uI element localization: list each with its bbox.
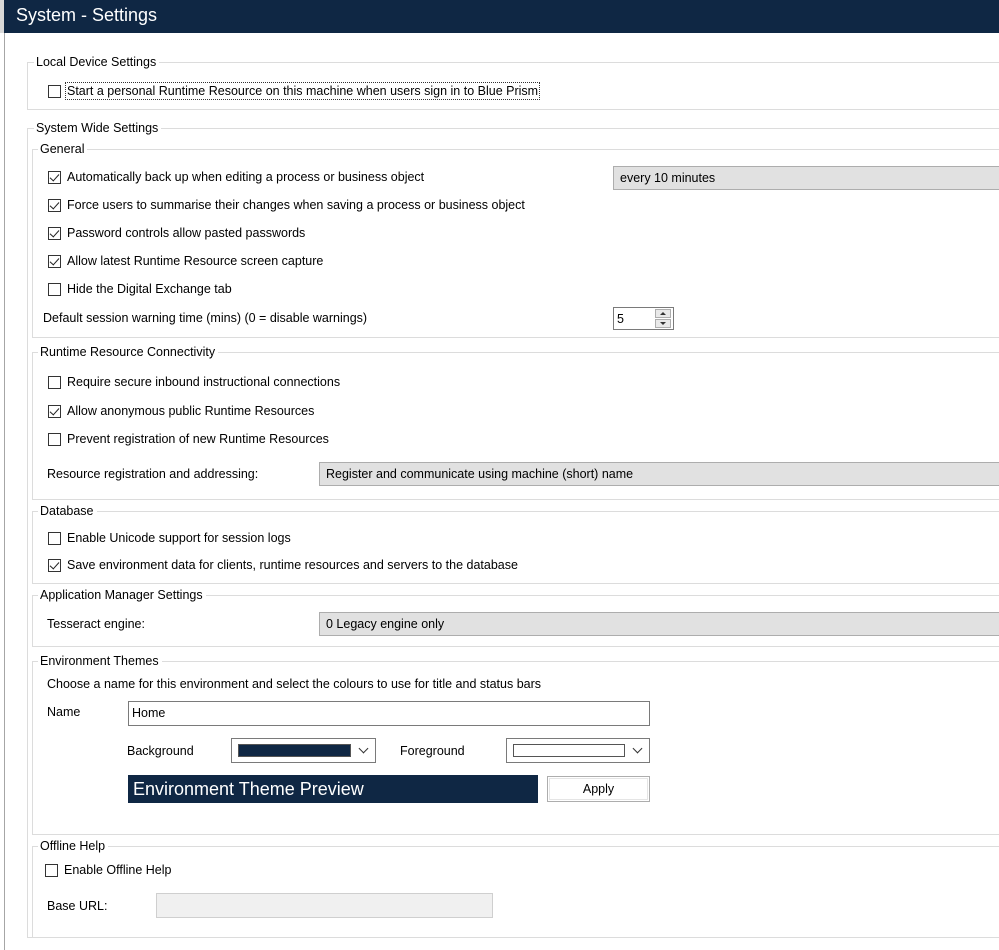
require-secure-label: Require secure inbound instructional con… (67, 375, 341, 389)
warning-time-spinner[interactable]: 5 (613, 307, 674, 330)
auto-backup-option[interactable]: Automatically back up when editing a pro… (48, 169, 424, 185)
addressing-select[interactable]: Register and communicate using machine (… (319, 462, 999, 486)
hide-exchange-label: Hide the Digital Exchange tab (67, 282, 232, 296)
require-secure-option[interactable]: Require secure inbound instructional con… (48, 374, 340, 390)
themes-legend: Environment Themes (38, 654, 162, 668)
connectivity-legend: Runtime Resource Connectivity (38, 345, 219, 359)
window-title-bar: System - Settings (0, 0, 999, 33)
allow-anonymous-option[interactable]: Allow anonymous public Runtime Resources (48, 403, 314, 419)
unicode-checkbox[interactable] (48, 531, 61, 545)
tesseract-select[interactable]: 0 Legacy engine only (319, 612, 999, 636)
local-device-legend: Local Device Settings (34, 55, 160, 69)
force-summarise-label: Force users to summarise their changes w… (67, 198, 525, 212)
backup-interval-select[interactable]: every 10 minutes (613, 166, 999, 190)
auto-backup-checkbox[interactable] (48, 170, 61, 184)
background-label: Background (127, 744, 194, 758)
database-group (32, 511, 999, 584)
unicode-option[interactable]: Enable Unicode support for session logs (48, 530, 291, 546)
theme-preview-bar: Environment Theme Preview (128, 775, 538, 803)
offline-help-group (32, 846, 999, 938)
allow-capture-label: Allow latest Runtime Resource screen cap… (67, 254, 324, 268)
enable-offline-help-checkbox[interactable] (45, 863, 58, 877)
base-url-input[interactable] (156, 893, 493, 918)
force-summarise-checkbox[interactable] (48, 198, 61, 212)
chevron-down-icon[interactable] (631, 742, 645, 758)
allow-anonymous-label: Allow anonymous public Runtime Resources (67, 404, 315, 418)
left-border (4, 33, 5, 950)
warning-time-value[interactable]: 5 (617, 311, 624, 327)
warning-time-label: Default session warning time (mins) (0 =… (43, 311, 368, 325)
personal-runtime-checkbox[interactable] (48, 84, 61, 98)
hide-exchange-checkbox[interactable] (48, 282, 61, 296)
spin-down-icon[interactable] (655, 319, 671, 328)
foreground-color-select[interactable] (506, 738, 650, 763)
spin-up-icon[interactable] (655, 309, 671, 318)
allow-pasted-checkbox[interactable] (48, 226, 61, 240)
hide-exchange-option[interactable]: Hide the Digital Exchange tab (48, 281, 232, 297)
unicode-label: Enable Unicode support for session logs (67, 531, 291, 545)
allow-capture-option[interactable]: Allow latest Runtime Resource screen cap… (48, 253, 323, 269)
theme-name-label: Name (47, 705, 81, 719)
prevent-registration-option[interactable]: Prevent registration of new Runtime Reso… (48, 431, 329, 447)
allow-anonymous-checkbox[interactable] (48, 404, 61, 418)
background-color-select[interactable] (231, 738, 376, 763)
chevron-down-icon[interactable] (357, 742, 371, 758)
enable-offline-help-option[interactable]: Enable Offline Help (45, 862, 171, 878)
foreground-label: Foreground (400, 744, 465, 758)
allow-capture-checkbox[interactable] (48, 254, 61, 268)
enable-offline-help-label: Enable Offline Help (64, 863, 172, 877)
system-wide-legend: System Wide Settings (34, 121, 162, 135)
prevent-registration-checkbox[interactable] (48, 432, 61, 446)
save-env-checkbox[interactable] (48, 558, 61, 572)
theme-name-input[interactable]: Home (128, 701, 650, 726)
background-swatch (238, 744, 351, 757)
foreground-swatch (513, 744, 625, 757)
save-env-option[interactable]: Save environment data for clients, runti… (48, 557, 518, 573)
personal-runtime-option[interactable]: Start a personal Runtime Resource on thi… (48, 82, 541, 100)
force-summarise-option[interactable]: Force users to summarise their changes w… (48, 197, 525, 213)
addressing-label: Resource registration and addressing: (47, 467, 259, 481)
database-legend: Database (38, 504, 97, 518)
window-title: System - Settings (16, 5, 158, 25)
personal-runtime-label: Start a personal Runtime Resource on thi… (64, 82, 541, 100)
offline-help-legend: Offline Help (38, 839, 109, 853)
themes-description: Choose a name for this environment and s… (47, 677, 542, 691)
apply-button[interactable]: Apply (547, 776, 650, 802)
app-manager-legend: Application Manager Settings (38, 588, 206, 602)
require-secure-checkbox[interactable] (48, 375, 61, 389)
tesseract-label: Tesseract engine: (47, 617, 145, 631)
auto-backup-label: Automatically back up when editing a pro… (67, 170, 425, 184)
allow-pasted-label: Password controls allow pasted passwords (67, 226, 306, 240)
base-url-label: Base URL: (47, 899, 108, 913)
general-legend: General (38, 142, 88, 156)
prevent-registration-label: Prevent registration of new Runtime Reso… (67, 432, 329, 446)
save-env-label: Save environment data for clients, runti… (67, 558, 518, 572)
allow-pasted-option[interactable]: Password controls allow pasted passwords (48, 225, 305, 241)
